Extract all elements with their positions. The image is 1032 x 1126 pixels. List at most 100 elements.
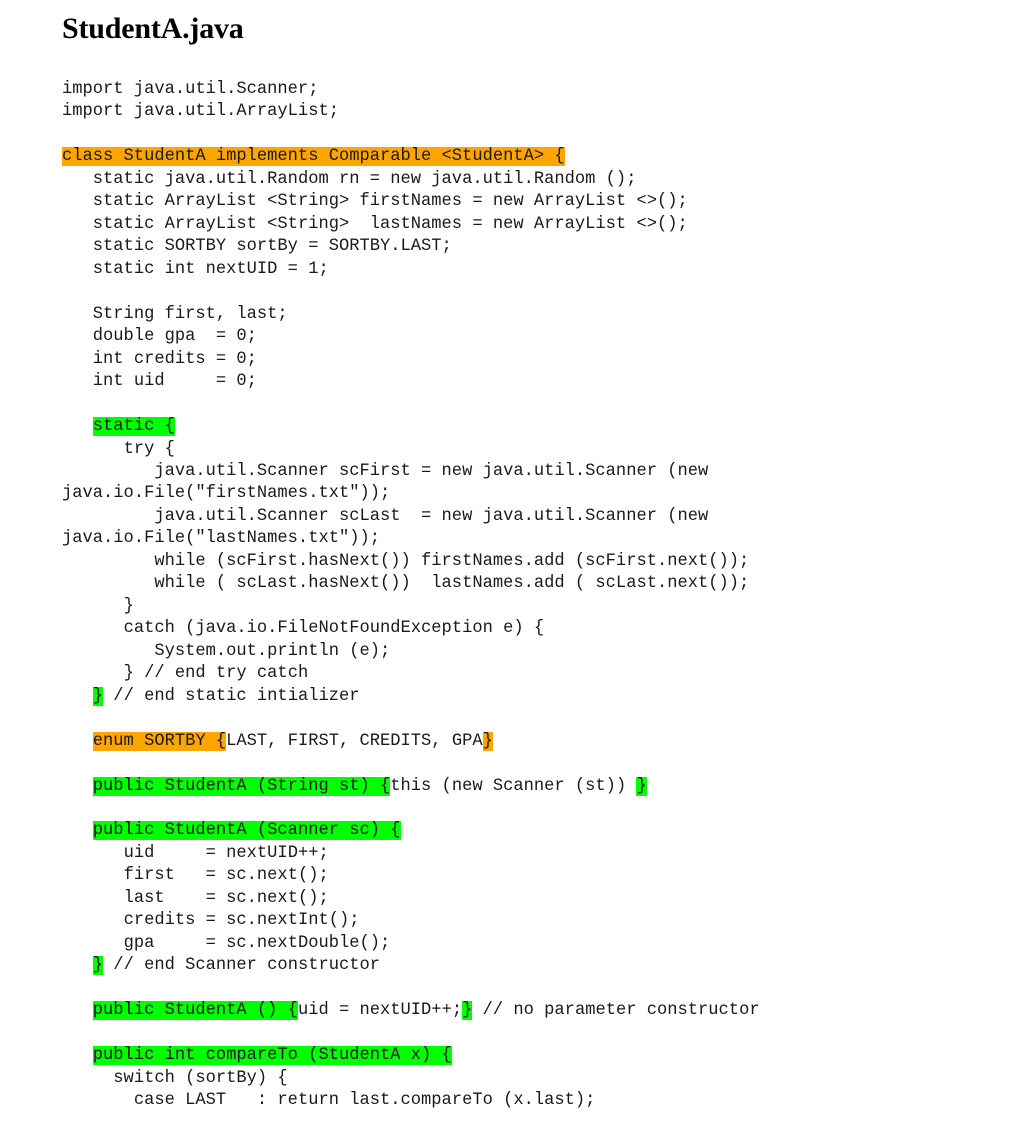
source-code-listing: import java.util.Scanner; import java.ut…: [62, 79, 962, 1113]
code-line: } // end Scanner constructor: [62, 955, 962, 977]
code-line: enum SORTBY {LAST, FIRST, CREDITS, GPA}: [62, 731, 962, 753]
code-line: } // end static intializer: [62, 686, 962, 708]
code-line: gpa = sc.nextDouble();: [62, 933, 962, 955]
code-segment-highlight-orange: class StudentA implements Comparable <St…: [62, 147, 565, 167]
code-segment: java.util.Scanner scLast = new java.util…: [62, 506, 719, 549]
code-line: static java.util.Random rn = new java.ut…: [62, 169, 962, 191]
code-segment: while ( scLast.hasNext()) lastNames.add …: [62, 574, 750, 594]
code-segment: first = sc.next();: [62, 866, 329, 886]
code-segment: java.util.Scanner scFirst = new java.uti…: [62, 461, 719, 504]
code-line: double gpa = 0;: [62, 326, 962, 348]
code-line: last = sc.next();: [62, 888, 962, 910]
code-line: static SORTBY sortBy = SORTBY.LAST;: [62, 236, 962, 258]
code-line: credits = sc.nextInt();: [62, 910, 962, 932]
code-line: try {: [62, 439, 962, 461]
code-segment: LAST, FIRST, CREDITS, GPA: [226, 731, 483, 751]
code-segment: }: [62, 596, 134, 616]
code-segment-highlight-orange: }: [482, 731, 493, 751]
code-segment: case LAST : return last.compareTo (x.las…: [62, 1091, 596, 1111]
code-line: import java.util.ArrayList;: [62, 101, 962, 123]
code-segment-highlight-green: public StudentA (Scanner sc) {: [92, 821, 401, 841]
code-segment: static SORTBY sortBy = SORTBY.LAST;: [62, 237, 452, 257]
code-segment: } // end try catch: [62, 664, 309, 684]
code-segment: switch (sortBy) {: [62, 1068, 288, 1088]
code-line: class StudentA implements Comparable <St…: [62, 146, 962, 168]
code-segment: static ArrayList <String> firstNames = n…: [62, 192, 688, 212]
page-title: StudentA.java: [62, 12, 244, 45]
code-line: String first, last;: [62, 304, 962, 326]
code-line: }: [62, 596, 962, 618]
code-segment: catch (java.io.FileNotFoundException e) …: [62, 619, 545, 639]
code-line: public StudentA () {uid = nextUID++;} //…: [62, 1000, 962, 1022]
code-line: static int nextUID = 1;: [62, 259, 962, 281]
code-segment: static ArrayList <String> lastNames = ne…: [62, 214, 688, 234]
document-page: StudentA.java import java.util.Scanner; …: [0, 0, 1032, 1126]
code-line: static ArrayList <String> lastNames = ne…: [62, 214, 962, 236]
code-line: static ArrayList <String> firstNames = n…: [62, 191, 962, 213]
code-line: first = sc.next();: [62, 865, 962, 887]
code-segment: gpa = sc.nextDouble();: [62, 933, 391, 953]
code-line: while ( scLast.hasNext()) lastNames.add …: [62, 573, 962, 595]
code-segment: static int nextUID = 1;: [62, 259, 329, 279]
code-segment: int credits = 0;: [62, 349, 257, 369]
code-line: uid = nextUID++;: [62, 843, 962, 865]
code-line: import java.util.Scanner;: [62, 79, 962, 101]
code-segment: static java.util.Random rn = new java.ut…: [62, 169, 637, 189]
code-segment: uid = nextUID++;: [297, 1001, 463, 1021]
code-line: int credits = 0;: [62, 349, 962, 371]
code-segment: last = sc.next();: [62, 888, 329, 908]
code-line: case LAST : return last.compareTo (x.las…: [62, 1090, 962, 1112]
code-segment: double gpa = 0;: [62, 327, 257, 347]
code-line: catch (java.io.FileNotFoundException e) …: [62, 618, 962, 640]
code-segment-highlight-orange: enum SORTBY {: [92, 731, 227, 751]
code-segment-highlight-green: public StudentA (String st) {: [92, 776, 391, 796]
code-segment-highlight-green: }: [636, 776, 647, 796]
code-segment-highlight-green: }: [462, 1001, 473, 1021]
code-segment: // no parameter constructor: [472, 1001, 760, 1021]
code-segment: int uid = 0;: [62, 372, 257, 392]
code-line: java.util.Scanner scLast = new java.util…: [62, 506, 962, 551]
code-segment: String first, last;: [62, 304, 288, 324]
code-line: public StudentA (String st) {this (new S…: [62, 776, 962, 798]
code-segment: // end static intializer: [103, 686, 360, 706]
code-segment-highlight-green: }: [92, 686, 104, 706]
code-line: static {: [62, 416, 962, 438]
code-segment: credits = sc.nextInt();: [62, 911, 360, 931]
code-line: while (scFirst.hasNext()) firstNames.add…: [62, 551, 962, 573]
code-segment: while (scFirst.hasNext()) firstNames.add…: [62, 551, 750, 571]
code-line: public StudentA (Scanner sc) {: [62, 820, 962, 842]
code-segment: import java.util.Scanner;: [62, 80, 319, 99]
code-segment-highlight-green: public int compareTo (StudentA x) {: [92, 1046, 452, 1066]
code-line: int uid = 0;: [62, 371, 962, 393]
code-segment: // end Scanner constructor: [103, 956, 381, 976]
code-segment-highlight-green: public StudentA () {: [92, 1001, 298, 1021]
code-segment-highlight-green: static {: [92, 417, 175, 437]
code-line: System.out.println (e);: [62, 641, 962, 663]
code-line: java.util.Scanner scFirst = new java.uti…: [62, 461, 962, 506]
code-segment: try {: [62, 439, 175, 459]
code-segment: this (new Scanner (st)): [390, 776, 637, 796]
code-line: } // end try catch: [62, 663, 962, 685]
code-segment: import java.util.ArrayList;: [62, 102, 339, 122]
code-segment: uid = nextUID++;: [62, 843, 329, 863]
code-segment: System.out.println (e);: [62, 641, 391, 661]
code-segment-highlight-green: }: [92, 956, 104, 976]
code-line: public int compareTo (StudentA x) {: [62, 1045, 962, 1067]
code-line: switch (sortBy) {: [62, 1068, 962, 1090]
